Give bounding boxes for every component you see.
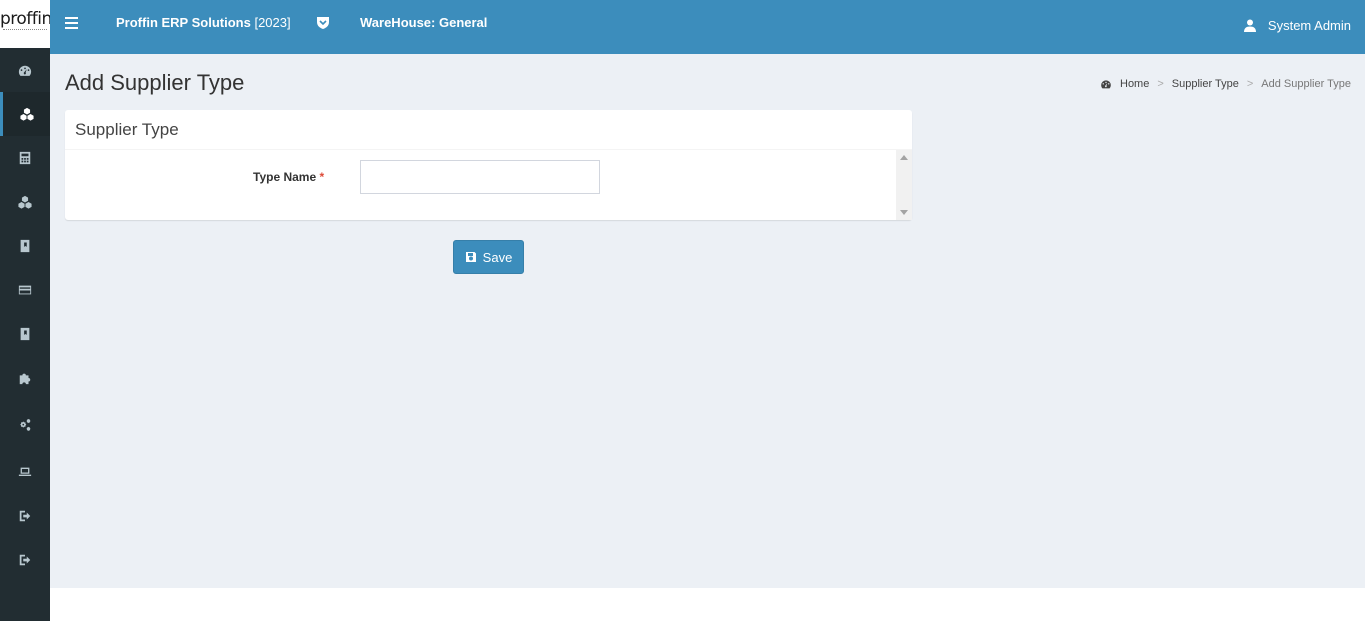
app-year: [2023] bbox=[254, 15, 291, 30]
content-wrapper: Add Supplier Type Home > Supplier Type >… bbox=[50, 54, 1365, 588]
sidebar: proffin bbox=[0, 0, 50, 621]
user-menu[interactable]: System Admin bbox=[1243, 18, 1351, 33]
sidebar-item-puzzle[interactable] bbox=[0, 356, 50, 400]
breadcrumb-home[interactable]: Home bbox=[1120, 78, 1149, 90]
breadcrumb: Home > Supplier Type > Add Supplier Type bbox=[1100, 78, 1351, 90]
sidebar-item-sign-out-2[interactable] bbox=[0, 538, 50, 582]
type-name-label-text: Type Name bbox=[253, 170, 317, 184]
type-name-input[interactable] bbox=[360, 160, 600, 194]
sign-out-icon bbox=[19, 554, 31, 566]
sidebar-item-credit-card[interactable] bbox=[0, 268, 50, 312]
dashboard-icon bbox=[1101, 79, 1111, 88]
sidebar-item-book-2[interactable] bbox=[0, 312, 50, 356]
type-name-label: Type Name * bbox=[253, 170, 324, 184]
sidebar-item-settings[interactable] bbox=[0, 403, 50, 447]
sidebar-item-calculator[interactable] bbox=[0, 136, 50, 180]
breadcrumb-supplier-type[interactable]: Supplier Type bbox=[1172, 78, 1239, 90]
book-icon bbox=[20, 327, 30, 341]
save-label: Save bbox=[482, 249, 513, 265]
credit-card-icon bbox=[18, 285, 32, 295]
box-body: Type Name * bbox=[65, 150, 912, 220]
user-icon bbox=[1243, 19, 1256, 32]
required-mark: * bbox=[319, 170, 325, 184]
calculator-icon bbox=[19, 151, 31, 165]
sidebar-item-dashboard[interactable] bbox=[0, 49, 50, 93]
warehouse-selector[interactable]: WareHouse: General bbox=[360, 15, 487, 30]
logo-text: proffin bbox=[0, 9, 50, 29]
laptop-icon bbox=[18, 467, 32, 476]
logo[interactable]: proffin bbox=[0, 0, 50, 48]
sidebar-item-laptop[interactable] bbox=[0, 450, 50, 494]
top-navbar: Proffin ERP Solutions [2023] WareHouse: … bbox=[50, 0, 1365, 54]
save-button[interactable]: Save bbox=[453, 240, 524, 274]
sidebar-item-cubes[interactable] bbox=[0, 180, 50, 224]
cubes-icon bbox=[18, 195, 32, 209]
cubes-icon bbox=[19, 107, 34, 121]
puzzle-icon bbox=[19, 373, 31, 385]
shield-icon[interactable] bbox=[316, 16, 330, 30]
user-name: System Admin bbox=[1267, 18, 1351, 33]
scroll-down-arrow-icon[interactable] bbox=[900, 210, 908, 215]
box-title: Supplier Type bbox=[65, 110, 912, 150]
save-icon bbox=[465, 252, 476, 262]
footer bbox=[50, 588, 1365, 621]
app-name: Proffin ERP Solutions bbox=[116, 15, 251, 30]
supplier-type-box: Supplier Type Type Name * bbox=[65, 110, 912, 220]
gears-icon bbox=[20, 418, 31, 431]
dashboard-icon bbox=[18, 65, 32, 76]
breadcrumb-current: Add Supplier Type bbox=[1261, 78, 1351, 90]
sidebar-item-cubes-active[interactable] bbox=[0, 92, 50, 136]
book-icon bbox=[20, 239, 30, 253]
breadcrumb-separator: > bbox=[1157, 78, 1164, 90]
scroll-up-arrow-icon[interactable] bbox=[900, 155, 908, 160]
menu-toggle-icon[interactable] bbox=[65, 17, 78, 29]
scrollbar[interactable] bbox=[896, 150, 912, 220]
logo-tagline bbox=[3, 29, 47, 31]
app-title: Proffin ERP Solutions [2023] bbox=[116, 15, 291, 30]
page-title: Add Supplier Type bbox=[65, 70, 245, 95]
sign-out-icon bbox=[19, 510, 31, 522]
breadcrumb-separator: > bbox=[1246, 78, 1254, 90]
sidebar-item-sign-out[interactable] bbox=[0, 494, 50, 538]
sidebar-item-book[interactable] bbox=[0, 224, 50, 268]
